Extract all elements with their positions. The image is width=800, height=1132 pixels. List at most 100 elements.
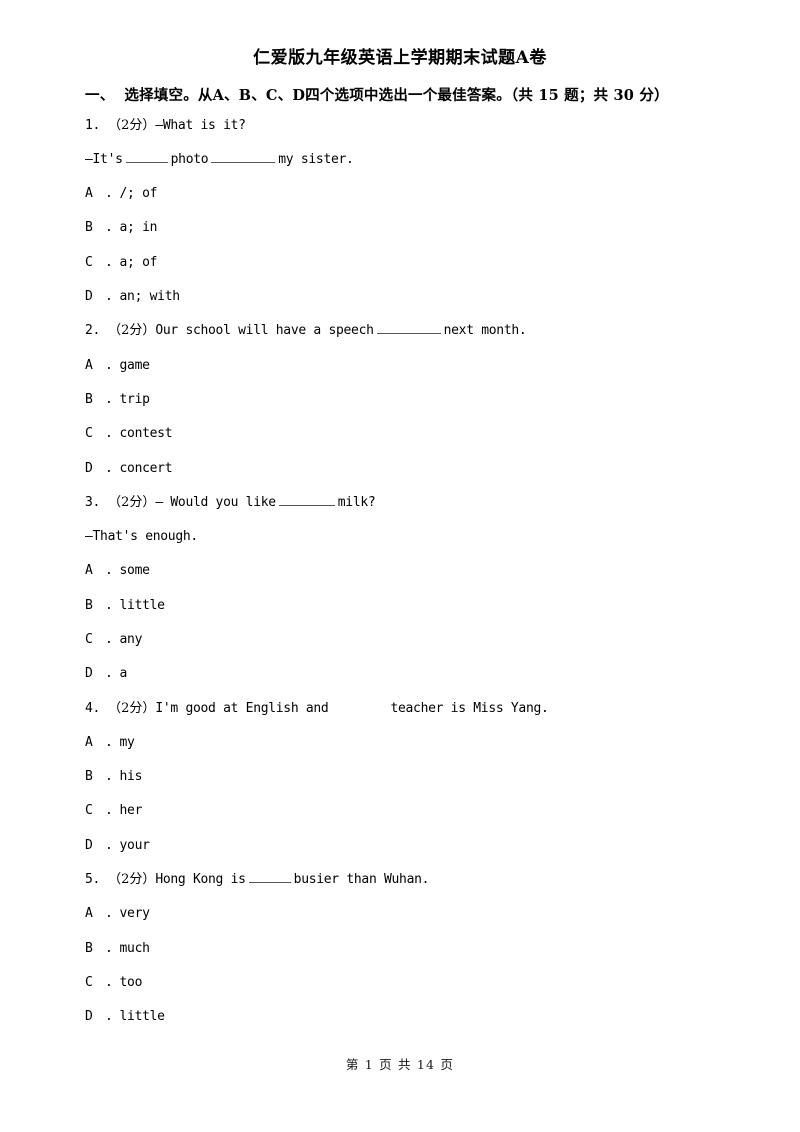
question-number: 5.	[85, 872, 101, 888]
question-item: 1. （2分）—What is it? —It's photo my sister. …	[85, 109, 715, 315]
option-row[interactable]: A. some	[85, 554, 715, 588]
option-row[interactable]: C. contest	[85, 417, 715, 451]
question-stem-line2: —That's enough.	[85, 529, 198, 545]
option-row[interactable]: A. game	[85, 349, 715, 383]
question-marks: （2分）	[108, 872, 156, 888]
option-letter: D	[85, 666, 93, 682]
option-separator: .	[105, 803, 113, 819]
stem-segment: Our school will have a speech	[155, 323, 374, 339]
option-text: /; of	[119, 186, 158, 202]
stem-segment: —It's	[85, 151, 123, 167]
option-row[interactable]: A. /; of	[85, 177, 715, 211]
option-separator: .	[105, 563, 113, 579]
stem-segment: teacher is Miss Yang.	[390, 700, 549, 716]
option-letter: D	[85, 1009, 93, 1025]
question-marks: （2分）	[108, 494, 156, 510]
question-stem: 3. （2分）— Would you like milk?	[85, 486, 715, 520]
stem-segment: my sister.	[278, 151, 354, 167]
answer-blank	[376, 321, 441, 335]
option-letter: D	[85, 289, 93, 305]
option-separator: .	[105, 254, 113, 270]
option-text: an; with	[119, 289, 181, 305]
option-text: a; of	[119, 254, 158, 270]
option-row[interactable]: B. much	[85, 932, 715, 966]
option-letter: A	[85, 563, 93, 579]
option-separator: .	[105, 666, 113, 682]
option-separator: .	[105, 357, 113, 373]
option-text: my	[119, 734, 135, 750]
option-text: little	[119, 597, 165, 613]
answer-blank	[278, 492, 335, 506]
option-text: his	[119, 769, 143, 785]
option-letter: A	[85, 186, 93, 202]
section-number: 一、	[85, 86, 115, 104]
option-text: trip	[119, 391, 150, 407]
option-letter: B	[85, 769, 93, 785]
exam-page: 仁爱版九年级英语上学期期末试题A卷 一、 选择填空。从A、B、C、D四个选项中选出…	[0, 0, 800, 1132]
section-header: 一、 选择填空。从A、B、C、D四个选项中选出一个最佳答案。（共 15 题；共 3…	[85, 71, 715, 107]
option-separator: .	[105, 460, 113, 476]
option-row[interactable]: D. an; with	[85, 280, 715, 314]
stem-segment: busier than Wuhan.	[293, 872, 430, 888]
option-row[interactable]: D. little	[85, 1000, 715, 1034]
option-text: your	[119, 837, 150, 853]
option-row[interactable]: C. any	[85, 623, 715, 657]
option-separator: .	[105, 632, 113, 647]
option-separator: .	[105, 186, 113, 202]
question-stem: 4. （2分）I'm good at English and teacher is …	[85, 692, 715, 726]
option-row[interactable]: C. a; of	[85, 246, 715, 280]
question-list: 1. （2分）—What is it? —It's photo my sister. …	[85, 109, 715, 1035]
option-row[interactable]: B. trip	[85, 383, 715, 417]
option-row[interactable]: B. little	[85, 589, 715, 623]
option-letter: C	[85, 974, 93, 990]
option-separator: .	[105, 391, 113, 407]
option-row[interactable]: B. a; in	[85, 211, 715, 245]
option-text: much	[119, 940, 150, 956]
option-letter: C	[85, 803, 93, 819]
option-separator: .	[105, 769, 113, 785]
option-row[interactable]: C. her	[85, 794, 715, 828]
option-row[interactable]: B. his	[85, 760, 715, 794]
option-row[interactable]: D. your	[85, 829, 715, 863]
answer-blank	[125, 150, 168, 163]
option-text: concert	[119, 460, 173, 476]
option-separator: .	[105, 426, 113, 442]
option-letter: A	[85, 906, 93, 922]
option-row[interactable]: D. a	[85, 657, 715, 691]
question-number: 4.	[85, 700, 101, 716]
question-number: 1.	[85, 117, 101, 133]
question-number: 3.	[85, 494, 101, 510]
question-marks: （2分）	[108, 323, 156, 339]
option-letter: C	[85, 632, 93, 647]
option-row[interactable]: D. concert	[85, 452, 715, 486]
option-text: game	[119, 357, 150, 373]
stem-segment: next month.	[443, 323, 527, 339]
option-text: too	[119, 974, 143, 990]
question-item: 3. （2分）— Would you like milk? —That's enou…	[85, 486, 715, 692]
option-row[interactable]: A. very	[85, 897, 715, 931]
stem-segment: — Would you like	[155, 494, 276, 510]
option-text: a	[119, 666, 128, 682]
option-text: a; in	[119, 220, 158, 236]
section-heading-text: 选择填空。从A、B、C、D四个选项中选出一个最佳答案。（共 15 题；共 30 …	[124, 86, 669, 104]
option-separator: .	[105, 220, 113, 236]
option-letter: A	[85, 734, 93, 750]
page-number: 第 1 页 共 14 页	[345, 1057, 455, 1072]
option-separator: .	[105, 734, 113, 750]
option-text: little	[119, 1009, 165, 1025]
option-separator: .	[105, 597, 113, 613]
option-row[interactable]: C. too	[85, 966, 715, 1000]
option-letter: C	[85, 426, 93, 442]
option-separator: .	[105, 289, 113, 305]
option-text: her	[119, 803, 143, 819]
answer-blank	[248, 870, 291, 884]
option-text: very	[119, 906, 150, 922]
option-letter: B	[85, 391, 93, 407]
option-letter: C	[85, 254, 93, 270]
option-row[interactable]: A. my	[85, 726, 715, 760]
stem-segment: I'm good at English and	[155, 700, 329, 716]
question-marks: （2分）	[108, 117, 156, 133]
question-item: 4. （2分）I'm good at English and teacher is …	[85, 692, 715, 863]
question-stem: 1. （2分）—What is it?	[85, 109, 715, 143]
stem-segment: Hong Kong is	[155, 872, 246, 888]
